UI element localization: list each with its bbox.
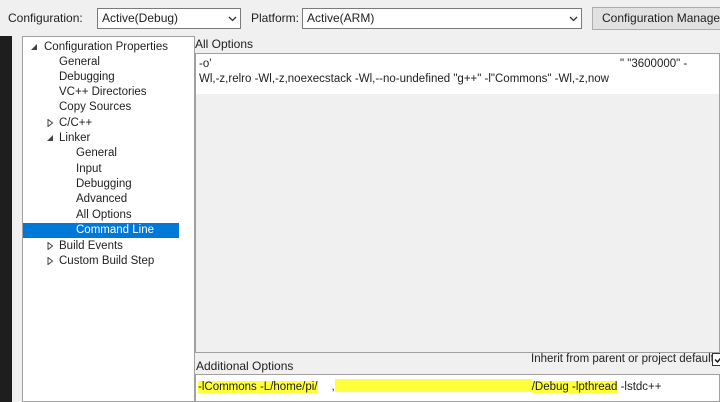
inherit-label: Inherit from parent or project defaults xyxy=(531,353,720,365)
inherit-checkbox[interactable] xyxy=(712,353,720,366)
tree-item-label: Command Line xyxy=(76,224,154,236)
highlighted-redacted-path xyxy=(334,379,532,392)
tree-item-label: Advanced xyxy=(76,193,128,205)
additional-options-input[interactable]: -lCommons -L/home/pi/,/Debug -lpthread -… xyxy=(195,374,720,402)
tree-item-label: All Options xyxy=(76,209,132,221)
chevron-down-icon xyxy=(569,16,578,22)
additional-options-label: Additional Options xyxy=(196,359,294,373)
tree-item-build-events[interactable]: Build Events xyxy=(25,239,194,254)
collapsed-arrow-icon[interactable] xyxy=(46,242,54,250)
additional-options-value-end: -lstdc++ xyxy=(617,381,662,393)
chevron-down-icon xyxy=(228,16,237,22)
configuration-label: Configuration: xyxy=(8,11,83,25)
property-tree[interactable]: Configuration Properties General Debuggi… xyxy=(22,36,195,402)
configuration-toolbar: Configuration: Active(Debug) Platform: A… xyxy=(0,0,720,36)
tree-item-label: C/C++ xyxy=(59,117,93,129)
tree-item-linker[interactable]: Linker xyxy=(25,131,194,146)
tree-item-linker-all-options[interactable]: All Options xyxy=(25,208,194,223)
tree-item-linker-debugging[interactable]: Debugging xyxy=(25,177,194,192)
tree-item-linker-input[interactable]: Input xyxy=(25,162,194,177)
tree-item-label: Input xyxy=(76,163,102,175)
all-options-label: All Options xyxy=(195,37,254,51)
additional-options-value: -lCommons -L/home/pi/,/Debug -lpthread -… xyxy=(198,379,662,394)
platform-label: Platform: xyxy=(251,11,300,25)
tree-item-label: General xyxy=(59,56,100,68)
platform-value: Active(ARM) xyxy=(307,11,375,25)
checkmark-icon xyxy=(714,357,720,364)
all-options-textbox[interactable]: -o' " "3600000" - Wl,-z,relro -Wl,-z,noe… xyxy=(195,53,720,353)
all-options-line-1-end: " "3600000" - xyxy=(620,58,688,70)
tree-item-label: VC++ Directories xyxy=(59,86,147,98)
tree-item-linker-general[interactable]: General xyxy=(25,146,194,161)
all-options-line-1-start: -o' xyxy=(199,58,212,70)
tree-item-linker-command-line[interactable]: Command Line xyxy=(23,223,179,238)
tree-item-debugging[interactable]: Debugging xyxy=(25,70,194,85)
tree-item-copy-sources[interactable]: Copy Sources xyxy=(25,100,194,115)
redacted-region xyxy=(214,57,619,71)
tree-item-label: Debugging xyxy=(59,71,115,83)
configuration-dropdown[interactable]: Active(Debug) xyxy=(97,8,241,29)
tree-item-general[interactable]: General xyxy=(25,55,194,70)
tree-item-label: Custom Build Step xyxy=(59,255,155,267)
expanded-arrow-icon[interactable] xyxy=(46,134,54,142)
configuration-value: Active(Debug) xyxy=(102,11,179,25)
tree-item-label: General xyxy=(76,147,117,159)
tree-item-c-cpp[interactable]: C/C++ xyxy=(25,116,194,131)
property-pages-body: Configuration Properties General Debuggi… xyxy=(12,36,720,402)
all-options-line-2: Wl,-z,relro -Wl,-z,noexecstack -Wl,--no-… xyxy=(199,73,609,85)
tree-item-linker-advanced[interactable]: Advanced xyxy=(25,192,194,207)
tree-item-label: Copy Sources xyxy=(59,101,132,113)
collapsed-arrow-icon[interactable] xyxy=(46,257,54,265)
platform-dropdown[interactable]: Active(ARM) xyxy=(302,8,582,29)
tree-item-label: Configuration Properties xyxy=(44,41,169,53)
tree-item-custom-build-step[interactable]: Custom Build Step xyxy=(25,254,194,269)
tree-item-configuration-properties[interactable]: Configuration Properties xyxy=(25,40,194,55)
additional-options-value-debug: /Debug -lpthread xyxy=(531,381,618,393)
tree-item-label: Debugging xyxy=(76,178,132,190)
tree-item-label: Build Events xyxy=(59,240,123,252)
all-options-readonly-area xyxy=(196,94,719,352)
tree-item-label: Linker xyxy=(59,132,91,144)
additional-options-value-start: -lCommons -L/home/pi/ xyxy=(198,381,318,393)
configuration-manager-button[interactable]: Configuration Manager... xyxy=(592,7,720,30)
expanded-arrow-icon[interactable] xyxy=(30,43,38,51)
tree-item-vc-directories[interactable]: VC++ Directories xyxy=(25,85,194,100)
collapsed-arrow-icon[interactable] xyxy=(46,119,54,127)
